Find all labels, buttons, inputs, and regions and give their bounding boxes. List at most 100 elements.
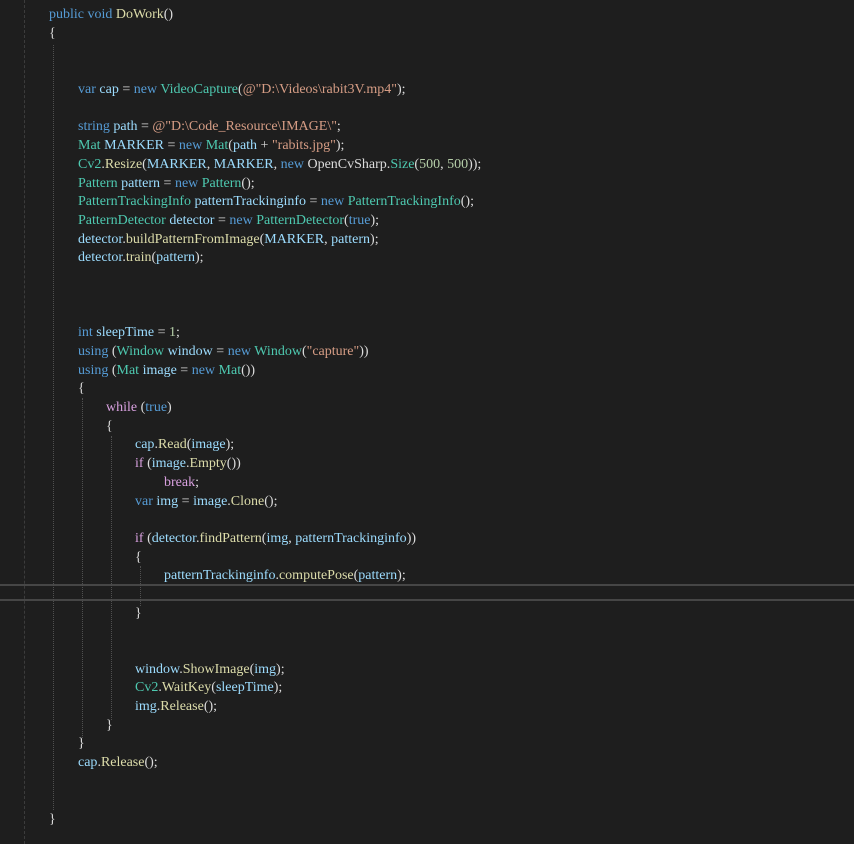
code-token: } xyxy=(106,718,113,733)
code-token: () xyxy=(163,7,174,22)
code-token: img xyxy=(135,699,157,714)
code-line[interactable]: } xyxy=(135,604,142,623)
code-token: Mat xyxy=(218,363,242,378)
code-line[interactable]: PatternDetector detector = new PatternDe… xyxy=(78,211,379,230)
code-line[interactable]: } xyxy=(78,734,85,753)
code-line[interactable]: detector.train(pattern); xyxy=(78,248,204,267)
code-token: pattern xyxy=(121,176,161,191)
code-token: path xyxy=(232,138,258,153)
code-line[interactable]: PatternTrackingInfo patternTrackinginfo … xyxy=(78,192,474,211)
code-token: 500 xyxy=(447,157,469,172)
code-line[interactable]: Cv2.Resize(MARKER, MARKER, new OpenCvSha… xyxy=(78,155,481,174)
code-token: train xyxy=(125,250,152,265)
code-token: = xyxy=(176,363,192,378)
code-token: detector xyxy=(78,250,123,265)
code-line[interactable]: } xyxy=(49,810,56,829)
code-token: = xyxy=(154,325,170,340)
code-token: Window xyxy=(254,344,302,359)
code-token: Size xyxy=(390,157,415,172)
code-token: new xyxy=(229,213,253,228)
code-token: PatternTrackingInfo xyxy=(78,194,192,209)
code-line[interactable]: window.ShowImage(img); xyxy=(135,660,285,679)
indent-guide xyxy=(140,566,141,606)
code-line[interactable]: if (image.Empty()) xyxy=(135,454,241,473)
code-line[interactable]: break; xyxy=(164,473,199,492)
code-line[interactable]: Cv2.WaitKey(sleepTime); xyxy=(135,678,282,697)
code-token: PatternDetector xyxy=(78,213,166,228)
code-token: Resize xyxy=(104,157,143,172)
code-line[interactable]: } xyxy=(106,716,113,735)
code-token: = xyxy=(214,213,230,228)
code-token: = xyxy=(306,194,321,209)
code-token: } xyxy=(78,736,85,751)
code-token: new xyxy=(178,138,203,153)
code-token: } xyxy=(135,606,142,621)
code-line[interactable]: Pattern pattern = new Pattern(); xyxy=(78,174,255,193)
code-line[interactable]: var cap = new VideoCapture(@"D:\Videos\r… xyxy=(78,80,406,99)
code-line[interactable]: patternTrackinginfo.computePose(pattern)… xyxy=(164,566,406,585)
code-token: MARKER xyxy=(213,157,274,172)
code-line[interactable]: if (detector.findPattern(img, patternTra… xyxy=(135,529,416,548)
code-token: new xyxy=(227,344,252,359)
code-token: (); xyxy=(460,194,474,209)
code-token: WaitKey xyxy=(161,680,212,695)
code-token: window xyxy=(167,344,213,359)
code-token: ; xyxy=(176,325,180,340)
code-line[interactable]: detector.buildPatternFromImage(MARKER, p… xyxy=(78,230,379,249)
code-line[interactable]: var img = image.Clone(); xyxy=(135,492,277,511)
code-token: patternTrackinginfo xyxy=(164,568,276,583)
code-token: { xyxy=(78,381,85,396)
code-line[interactable]: { xyxy=(49,24,56,43)
code-token: = xyxy=(163,138,179,153)
code-line[interactable]: while (true) xyxy=(106,398,172,417)
code-line[interactable]: { xyxy=(78,379,85,398)
code-line[interactable]: { xyxy=(106,417,113,436)
code-token: img xyxy=(266,531,289,546)
code-token: sleepTime xyxy=(215,680,274,695)
code-line[interactable]: using (Mat image = new Mat()) xyxy=(78,361,255,380)
code-token: = xyxy=(160,176,175,191)
code-editor[interactable]: public void DoWork(){var cap = new Video… xyxy=(0,0,854,844)
code-line[interactable]: cap.Release(); xyxy=(78,753,158,772)
code-line[interactable]: int sleepTime = 1; xyxy=(78,323,180,342)
code-token: ( xyxy=(143,456,152,471)
code-token: new xyxy=(174,176,199,191)
code-token: ( xyxy=(143,531,152,546)
code-line[interactable]: Mat MARKER = new Mat(path + "rabits.jpg"… xyxy=(78,136,344,155)
code-token: } xyxy=(49,812,56,827)
code-token: )); xyxy=(468,157,482,172)
code-token: Window xyxy=(116,344,165,359)
current-line-highlight xyxy=(0,584,854,601)
code-token: "rabits.jpg" xyxy=(271,138,336,153)
code-token: window xyxy=(135,662,180,677)
code-token: MARKER xyxy=(104,138,164,153)
code-token: + xyxy=(257,138,272,153)
code-line[interactable]: using (Window window = new Window("captu… xyxy=(78,342,369,361)
code-token: 1 xyxy=(169,325,177,340)
code-token: Mat xyxy=(116,363,140,378)
code-token: new xyxy=(133,82,158,97)
code-token: ( xyxy=(108,363,117,378)
code-token: while xyxy=(106,400,138,415)
code-token: if xyxy=(135,456,144,471)
code-token: new xyxy=(191,363,216,378)
code-token: PatternDetector xyxy=(256,213,345,228)
code-token: true xyxy=(145,400,168,415)
code-token: image xyxy=(193,494,228,509)
code-line[interactable]: public void DoWork() xyxy=(49,5,173,24)
code-token: ); xyxy=(273,680,283,695)
code-token: img xyxy=(254,662,277,677)
code-token: (); xyxy=(144,755,158,770)
code-line[interactable]: string path = @"D:\Code_Resource\IMAGE\"… xyxy=(78,117,341,136)
code-token: ()) xyxy=(226,456,241,471)
code-token: ); xyxy=(370,213,380,228)
code-token: Release xyxy=(160,699,204,714)
code-token: int xyxy=(78,325,93,340)
code-token: var xyxy=(78,82,96,97)
code-line[interactable]: img.Release(); xyxy=(135,697,217,716)
code-line[interactable]: cap.Read(image); xyxy=(135,435,234,454)
code-token: ); xyxy=(335,138,345,153)
code-token: "capture" xyxy=(306,344,360,359)
code-token: path xyxy=(113,119,138,134)
code-line[interactable]: { xyxy=(135,548,142,567)
